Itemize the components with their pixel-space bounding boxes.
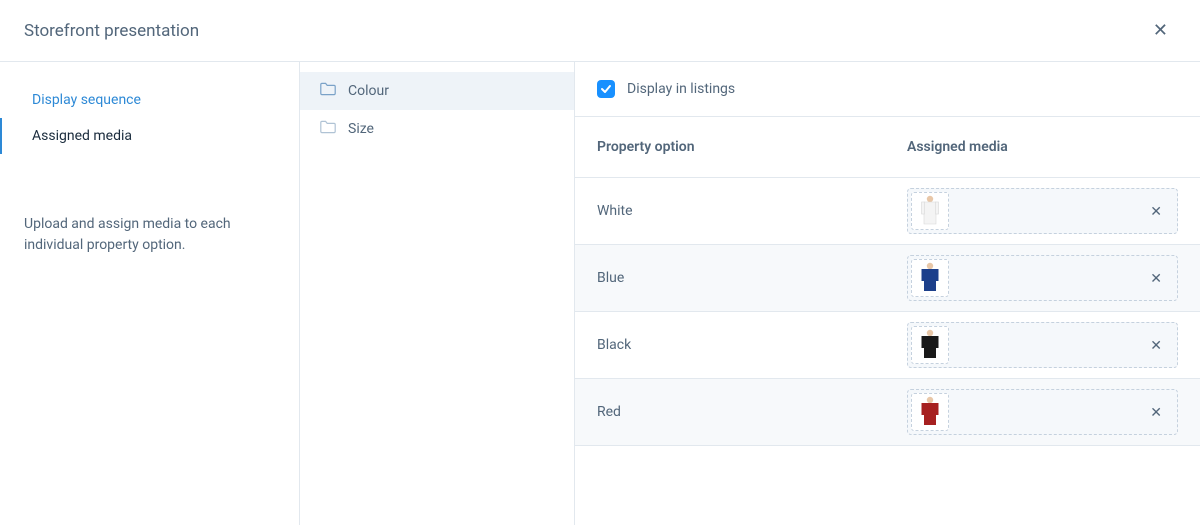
- col-header-property-option: Property option: [597, 139, 907, 155]
- nav-label: Assigned media: [32, 128, 132, 144]
- close-button[interactable]: ✕: [1145, 16, 1176, 45]
- property-colour[interactable]: Colour: [300, 72, 574, 110]
- media-slot[interactable]: ✕: [907, 255, 1178, 301]
- shirt-icon: [918, 194, 942, 228]
- folder-icon: [320, 82, 336, 100]
- display-in-listings-checkbox[interactable]: [597, 80, 615, 98]
- option-label: Black: [597, 337, 907, 353]
- option-label: Blue: [597, 270, 907, 286]
- media-slot[interactable]: ✕: [907, 389, 1178, 435]
- option-row-black: Black ✕: [575, 312, 1200, 379]
- property-list: Colour Size: [300, 62, 575, 525]
- property-label: Colour: [348, 83, 389, 99]
- option-row-blue: Blue ✕: [575, 245, 1200, 312]
- remove-media-button[interactable]: ✕: [1138, 404, 1174, 421]
- close-icon: ✕: [1150, 203, 1162, 219]
- option-label: White: [597, 203, 907, 219]
- main-panel: Display in listings Property option Assi…: [575, 62, 1200, 525]
- nav-display-sequence[interactable]: Display sequence: [0, 82, 299, 118]
- modal-header: Storefront presentation ✕: [0, 0, 1200, 62]
- option-row-white: White ✕: [575, 178, 1200, 245]
- media-slot[interactable]: ✕: [907, 322, 1178, 368]
- display-in-listings-row: Display in listings: [575, 62, 1200, 117]
- property-label: Size: [348, 121, 374, 137]
- close-icon: ✕: [1150, 337, 1162, 353]
- close-icon: ✕: [1150, 270, 1162, 286]
- col-header-assigned-media: Assigned media: [907, 139, 1178, 155]
- modal-body: Display sequence Assigned media Upload a…: [0, 62, 1200, 525]
- media-thumbnail: [911, 259, 949, 297]
- property-size[interactable]: Size: [300, 110, 574, 148]
- table-header: Property option Assigned media: [575, 117, 1200, 178]
- close-icon: ✕: [1153, 20, 1168, 40]
- check-icon: [600, 83, 612, 95]
- media-thumbnail: [911, 326, 949, 364]
- shirt-icon: [918, 395, 942, 429]
- remove-media-button[interactable]: ✕: [1138, 270, 1174, 287]
- display-in-listings-label: Display in listings: [627, 81, 735, 97]
- folder-icon: [320, 120, 336, 138]
- shirt-icon: [918, 328, 942, 362]
- remove-media-button[interactable]: ✕: [1138, 203, 1174, 220]
- media-thumbnail: [911, 393, 949, 431]
- media-thumbnail: [911, 192, 949, 230]
- nav-label: Display sequence: [32, 92, 141, 108]
- media-slot[interactable]: ✕: [907, 188, 1178, 234]
- modal-title: Storefront presentation: [24, 21, 199, 41]
- close-icon: ✕: [1150, 404, 1162, 420]
- nav-assigned-media[interactable]: Assigned media: [0, 118, 299, 154]
- remove-media-button[interactable]: ✕: [1138, 337, 1174, 354]
- option-row-red: Red ✕: [575, 379, 1200, 446]
- option-label: Red: [597, 404, 907, 420]
- sidebar: Display sequence Assigned media Upload a…: [0, 62, 300, 525]
- shirt-icon: [918, 261, 942, 295]
- sidebar-description: Upload and assign media to each individu…: [0, 214, 299, 256]
